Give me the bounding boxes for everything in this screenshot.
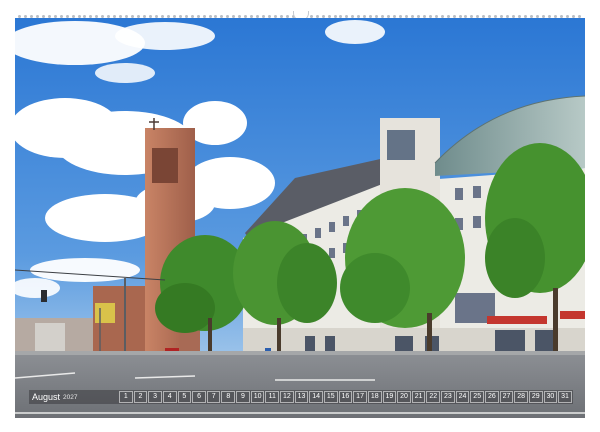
day-cells: 1 2 3 4 5 6 7 8 9 10 11 12 13 14 15 16 17 18 19 20 21 22 23 24 2…: [119, 390, 573, 404]
day-cell: 9: [236, 391, 250, 403]
day-cell: 22: [426, 391, 441, 403]
day-cell: 13: [294, 391, 309, 403]
calendar-photo: [15, 18, 585, 418]
day-cell: 30: [543, 391, 558, 403]
day-cell: 10: [250, 391, 265, 403]
day-cell: 27: [499, 391, 514, 403]
day-cell: 18: [367, 391, 382, 403]
day-cell: 16: [338, 391, 353, 403]
day-cell: 5: [177, 391, 192, 403]
day-cell: 20: [397, 391, 411, 403]
day-cell: 28: [514, 391, 528, 403]
month-name: August: [32, 392, 61, 402]
day-cell: 6: [192, 391, 206, 403]
day-cell: 21: [411, 391, 426, 403]
year-label: 2027: [63, 393, 78, 401]
day-cell: 2: [133, 391, 148, 403]
day-cell: 4: [162, 391, 177, 403]
day-cell: 15: [323, 391, 338, 403]
city-street-scene: [15, 18, 585, 418]
day-cell: 17: [353, 391, 367, 403]
month-label: August 2027: [29, 390, 119, 404]
day-cell: 12: [280, 391, 294, 403]
day-cell: 26: [485, 391, 499, 403]
day-cell: 3: [148, 391, 162, 403]
day-cell: 24: [455, 391, 470, 403]
day-cell: 7: [206, 391, 221, 403]
day-cell: 11: [265, 391, 280, 403]
day-cell: 31: [558, 391, 572, 403]
day-cell: 8: [221, 391, 236, 403]
day-cell: 25: [470, 391, 485, 403]
calendar-date-strip: August 2027 1 2 3 4 5 6 7 8 9 10 11 12 13 14 15 16 17 18 1…: [29, 390, 573, 404]
day-cell: 1: [119, 391, 133, 403]
day-cell: 23: [441, 391, 455, 403]
day-cell: 19: [382, 391, 397, 403]
day-cell: 29: [528, 391, 543, 403]
road: [15, 353, 585, 418]
day-cell: 14: [309, 391, 323, 403]
